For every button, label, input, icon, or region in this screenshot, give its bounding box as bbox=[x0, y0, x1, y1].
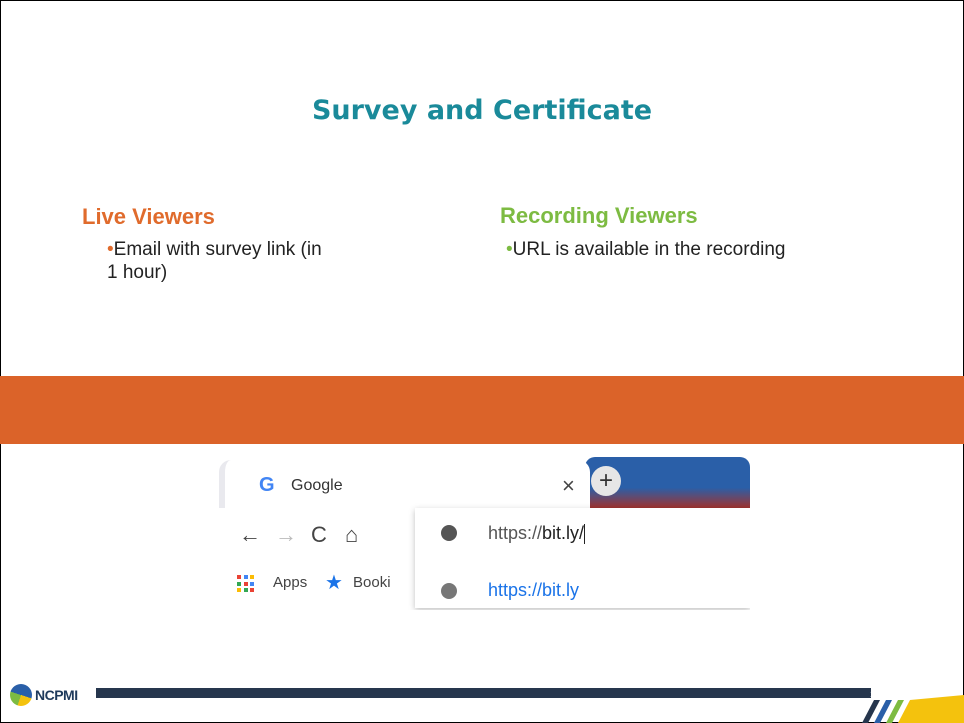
recording-viewers-heading: Recording Viewers bbox=[500, 203, 698, 228]
browser-tab[interactable]: G Google × bbox=[219, 460, 590, 508]
forward-arrow-icon[interactable]: → bbox=[275, 522, 297, 548]
tab-strip: G Google × + bbox=[215, 455, 750, 508]
browser-toolbar: ← → C ⌂ https://bit.ly/ https://bit.ly bbox=[215, 508, 750, 608]
star-icon[interactable]: ★ bbox=[325, 570, 343, 595]
tab-label: Google bbox=[291, 477, 343, 494]
back-arrow-icon[interactable]: ← bbox=[239, 522, 261, 548]
ncpmi-logo: NCPMI bbox=[10, 684, 78, 706]
address-input[interactable]: https://bit.ly/ bbox=[488, 523, 586, 545]
history-icon bbox=[441, 583, 457, 599]
recording-viewers-bullet-text: URL is available in the recording bbox=[512, 239, 786, 260]
new-tab-button[interactable]: + bbox=[591, 466, 621, 496]
footer-stripes-icon bbox=[862, 695, 964, 723]
close-icon[interactable]: × bbox=[562, 473, 575, 499]
recording-viewers-bullet: •URL is available in the recording bbox=[506, 238, 906, 261]
address-bar-dropdown[interactable]: https://bit.ly/ https://bit.ly bbox=[415, 508, 750, 608]
slide-title: Survey and Certificate bbox=[311, 95, 653, 126]
google-g-icon: G bbox=[259, 474, 275, 496]
bullet-dot-icon: • bbox=[107, 239, 114, 260]
reload-icon[interactable]: C bbox=[311, 522, 327, 548]
footer-bar bbox=[96, 688, 871, 698]
live-viewers-bullet-text: Email with survey link (in 1 hour) bbox=[107, 239, 322, 283]
suggestion-item[interactable]: https://bit.ly bbox=[488, 580, 579, 601]
globe-icon bbox=[441, 525, 457, 541]
apps-label[interactable]: Apps bbox=[273, 574, 307, 591]
home-icon[interactable]: ⌂ bbox=[345, 522, 358, 548]
bookmarks-bar: Apps ★ Booki bbox=[215, 562, 415, 610]
text-caret bbox=[584, 524, 586, 545]
ncpmi-logo-icon bbox=[10, 684, 32, 706]
url-prefix: https:// bbox=[488, 523, 543, 543]
live-viewers-bullet: •Email with survey link (in 1 hour) bbox=[107, 238, 337, 284]
live-viewers-heading: Live Viewers bbox=[82, 204, 215, 229]
apps-grid-icon[interactable] bbox=[237, 575, 255, 593]
logo-text: NCPMI bbox=[35, 687, 78, 703]
orange-band bbox=[0, 376, 964, 444]
page-number: 10 bbox=[870, 690, 879, 699]
bookmarks-label[interactable]: Booki bbox=[353, 574, 391, 591]
url-host: bit.ly/ bbox=[542, 523, 585, 543]
bullet-dot-icon: • bbox=[506, 239, 513, 260]
browser-screenshot: G Google × + ← → C ⌂ https://bit.ly/ htt… bbox=[215, 455, 750, 610]
